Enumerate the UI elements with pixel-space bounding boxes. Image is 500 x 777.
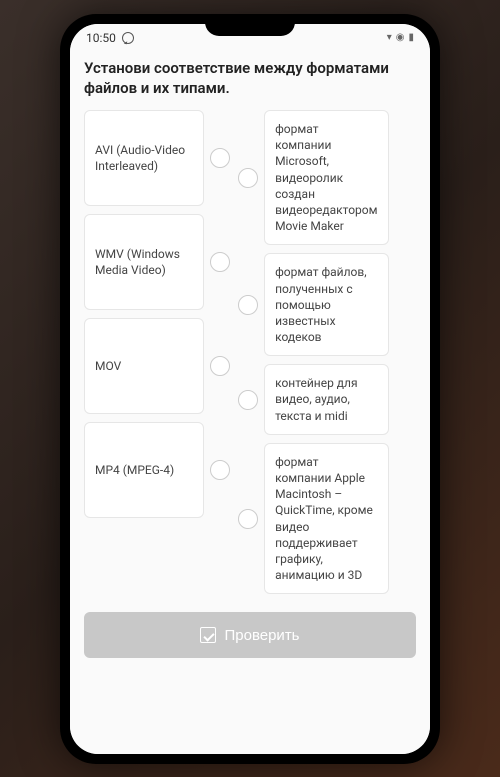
phone-screen: 10:50 ▾ ◉ ▮ Установи соответствие между … [70, 24, 430, 754]
right-option-label: формат компании Microsoft, видеоролик со… [275, 121, 377, 234]
status-network-icon: ▾ [387, 32, 392, 43]
left-option-label: MOV [95, 358, 121, 374]
left-option-label: MP4 (MPEG-4) [95, 462, 174, 478]
right-option-card[interactable]: контейнер для видео, аудио, текста и mid… [264, 364, 388, 435]
right-option-card[interactable]: формат компании Apple Macintosh – QuickT… [264, 443, 388, 595]
connector-dot-right[interactable] [238, 168, 258, 188]
status-signal-icon: ▮ [408, 32, 414, 43]
right-column: формат компании Microsoft, видеоролик со… [238, 110, 388, 594]
left-option-label: WMV (Windows Media Video) [95, 246, 193, 278]
connector-dot-right[interactable] [238, 509, 258, 529]
connector-dot-left[interactable] [210, 148, 230, 168]
connector-dot-left[interactable] [210, 252, 230, 272]
phone-frame: 10:50 ▾ ◉ ▮ Установи соответствие между … [60, 14, 440, 764]
left-option-card[interactable]: MP4 (MPEG-4) [84, 422, 204, 518]
left-option-card[interactable]: AVI (Audio-Video Interleaved) [84, 110, 204, 206]
check-button[interactable]: Проверить [84, 612, 416, 658]
right-option-card[interactable]: формат компании Microsoft, видеоролик со… [264, 110, 388, 245]
right-option-label: формат файлов, полученных с помощью изве… [275, 264, 377, 345]
status-time: 10:50 [86, 31, 116, 45]
phone-notch [205, 14, 295, 36]
connector-dot-right[interactable] [238, 390, 258, 410]
connector-dot-right[interactable] [238, 295, 258, 315]
right-option-label: контейнер для видео, аудио, текста и mid… [275, 375, 377, 424]
left-option-card[interactable]: MOV [84, 318, 204, 414]
left-option-card[interactable]: WMV (Windows Media Video) [84, 214, 204, 310]
connector-dot-left[interactable] [210, 460, 230, 480]
whatsapp-icon [122, 32, 134, 44]
right-option-card[interactable]: формат файлов, полученных с помощью изве… [264, 253, 388, 356]
left-option-label: AVI (Audio-Video Interleaved) [95, 142, 193, 174]
question-title: Установи соответствие между форматами фа… [84, 58, 416, 99]
status-wifi-icon: ◉ [396, 32, 405, 43]
matching-grid: AVI (Audio-Video Interleaved) WMV (Windo… [84, 110, 416, 594]
left-column: AVI (Audio-Video Interleaved) WMV (Windo… [84, 110, 230, 594]
right-option-label: формат компании Apple Macintosh – QuickT… [275, 454, 377, 584]
content-area: Установи соответствие между форматами фа… [70, 52, 430, 754]
connector-dot-left[interactable] [210, 356, 230, 376]
checkmark-icon [200, 627, 216, 643]
check-button-label: Проверить [224, 627, 299, 644]
